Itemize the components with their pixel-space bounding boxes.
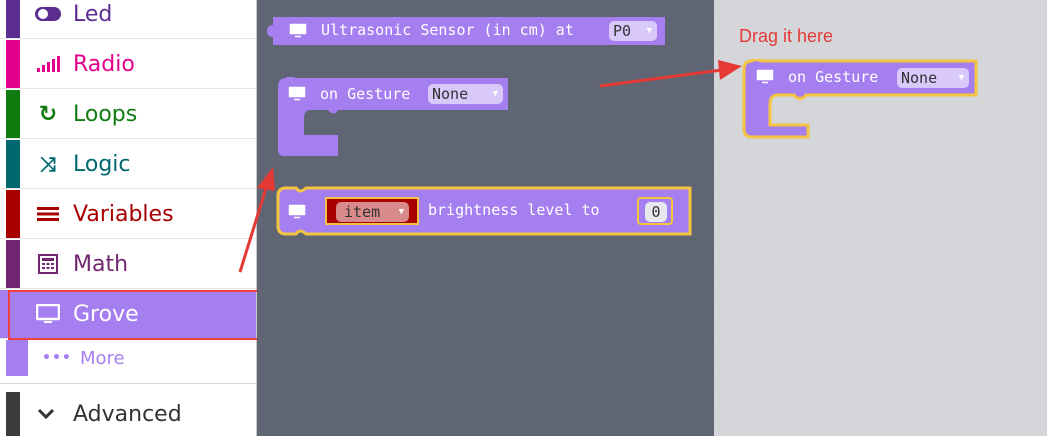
category-stripe (6, 90, 20, 138)
category-led[interactable]: Led (0, 0, 256, 39)
shuffle-icon: ⤨ (40, 152, 56, 176)
monitor-icon (288, 204, 306, 223)
category-label: Math (73, 251, 129, 277)
category-label: Led (73, 1, 113, 27)
variable-value: item (344, 203, 381, 221)
on-gesture-block-placed[interactable]: on Gesture None ▼ (742, 59, 978, 139)
gesture-dropdown[interactable]: None ▼ (897, 68, 969, 88)
monitor-icon (289, 23, 307, 42)
dropdown-arrow-icon: ▼ (398, 207, 404, 217)
dropdown-arrow-icon: ▼ (492, 89, 498, 99)
category-label: Radio (73, 51, 135, 77)
advanced-label: Advanced (73, 401, 182, 427)
dropdown-arrow-icon: ▼ (646, 26, 652, 36)
category-stripe (6, 392, 20, 436)
drag-hint-annotation: Drag it here (739, 26, 834, 46)
category-label: Logic (73, 151, 131, 177)
loop-icon: ↻ (38, 101, 58, 127)
pin-value: P0 (613, 22, 632, 40)
category-advanced[interactable]: Advanced (0, 392, 256, 436)
ultrasonic-block[interactable]: Ultrasonic Sensor (in cm) at P0 ▼ (267, 15, 667, 47)
block-label: on Gesture (320, 85, 411, 103)
on-gesture-block[interactable]: on Gesture None ▼ (276, 77, 512, 157)
block-flyout: Ultrasonic Sensor (in cm) at P0 ▼ on Ges… (257, 0, 714, 436)
variable-dropdown[interactable]: item ▼ (336, 202, 409, 222)
monitor-icon (756, 69, 774, 88)
more-label: More (80, 347, 125, 369)
number-input[interactable]: 0 (645, 202, 667, 222)
toolbox: Led Radio ↻ Loops ⤨ Logic Variables Math (0, 0, 267, 436)
dropdown-arrow-icon: ▼ (958, 73, 964, 83)
gesture-value: None (901, 69, 938, 87)
category-label: Variables (73, 201, 174, 227)
gesture-dropdown[interactable]: None ▼ (428, 84, 503, 104)
highlight-box (8, 290, 267, 340)
pin-dropdown[interactable]: P0 ▼ (609, 21, 657, 41)
category-logic[interactable]: ⤨ Logic (0, 140, 256, 189)
calculator-icon (33, 240, 63, 288)
workspace[interactable]: Drag it here on Gesture None ▼ (714, 0, 1047, 436)
category-more[interactable]: ••• More (0, 340, 256, 376)
divider (0, 383, 256, 384)
gesture-value: None (432, 85, 469, 103)
category-math[interactable]: Math (0, 240, 256, 289)
signal-bars-icon (33, 40, 63, 88)
block-label: on Gesture (788, 68, 879, 86)
category-radio[interactable]: Radio (0, 40, 256, 89)
block-label: Ultrasonic Sensor (in cm) at (321, 21, 574, 39)
block-label: brightness level to (428, 201, 600, 219)
brightness-block[interactable]: item ▼ brightness level to 0 (276, 186, 694, 238)
chevron-down-icon (33, 392, 59, 436)
category-stripe (6, 40, 20, 88)
toggle-icon (33, 0, 63, 38)
category-label: Loops (73, 101, 138, 127)
category-variables[interactable]: Variables (0, 190, 256, 239)
monitor-icon (288, 86, 306, 105)
category-stripe (6, 340, 28, 376)
list-lines-icon (33, 190, 63, 238)
number-value: 0 (651, 203, 661, 221)
category-loops[interactable]: ↻ Loops (0, 90, 256, 139)
category-stripe (6, 240, 20, 288)
category-stripe (6, 0, 20, 38)
category-stripe (6, 140, 20, 188)
category-stripe (6, 190, 20, 238)
more-dots-icon: ••• (42, 350, 72, 366)
